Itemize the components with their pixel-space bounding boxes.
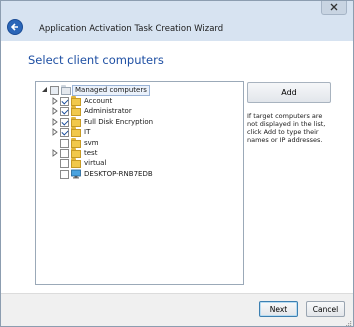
folder-icon — [71, 127, 81, 138]
tree-item[interactable]: Full Disk Encryption — [51, 116, 241, 128]
expand-arrow-icon[interactable] — [51, 107, 59, 116]
tree-item-checkbox[interactable] — [60, 107, 69, 117]
collapse-arrow-icon[interactable] — [41, 86, 49, 94]
tree-item-label[interactable]: Full Disk Encryption — [84, 117, 153, 128]
tree-item[interactable]: Account — [51, 96, 241, 107]
back-button[interactable] — [7, 19, 23, 35]
footer-bar — [1, 293, 353, 326]
folder-icon — [71, 96, 81, 106]
tree-item-checkbox[interactable] — [60, 159, 69, 169]
tree-item[interactable]: svm — [51, 137, 241, 149]
tree-item[interactable]: virtual — [51, 158, 241, 169]
tree-item-label[interactable]: Administrator — [84, 106, 132, 117]
tree-item[interactable]: DESKTOP-RNB7EDB — [51, 169, 241, 180]
tree-item-checkbox[interactable] — [60, 97, 69, 106]
title-bar: Application Activation Task Creation Wiz… — [1, 1, 353, 41]
tree-item-checkbox[interactable] — [60, 128, 69, 138]
tree-item-label[interactable]: svm — [84, 138, 99, 149]
resize-grip-icon[interactable] — [344, 319, 352, 327]
folder-icon — [71, 116, 81, 127]
expand-arrow-icon[interactable] — [51, 128, 59, 137]
wizard-window: Application Activation Task Creation Wiz… — [0, 0, 354, 327]
folder-icon — [71, 158, 81, 169]
tree-item[interactable]: Administrator — [51, 106, 241, 117]
tree-item-label[interactable]: virtual — [84, 158, 106, 169]
tree-root-row[interactable]: Managed computers — [41, 85, 241, 96]
close-button[interactable] — [321, 1, 347, 15]
add-hint-text: If target computers are not displayed in… — [247, 112, 326, 144]
tree-item-checkbox[interactable] — [60, 117, 69, 127]
computer-tree[interactable]: Managed computers Account Administrator Fu… — [35, 81, 244, 285]
expand-arrow-icon[interactable] — [51, 149, 59, 157]
tree-item-checkbox[interactable] — [60, 169, 69, 179]
folder-icon — [71, 148, 81, 158]
folder-icon — [61, 85, 71, 95]
window-title: Application Activation Task Creation Wiz… — [39, 24, 224, 34]
tree-item-label[interactable]: IT — [84, 127, 90, 138]
folder-icon — [71, 106, 81, 117]
tree-item-checkbox[interactable] — [60, 138, 69, 148]
folder-icon — [71, 137, 81, 148]
next-button[interactable]: Next — [259, 301, 298, 317]
back-arrow-icon — [10, 23, 18, 31]
tree-item-label[interactable]: DESKTOP-RNB7EDB — [84, 169, 153, 180]
expand-arrow-icon[interactable] — [51, 117, 59, 126]
tree-item[interactable]: test — [51, 148, 241, 159]
expand-arrow-icon[interactable] — [51, 97, 59, 105]
tree-root-label[interactable]: Managed computers — [72, 85, 150, 96]
page-title: Select client computers — [28, 53, 164, 67]
checkbox-managed-computers[interactable] — [50, 86, 59, 95]
cancel-button[interactable]: Cancel — [306, 301, 345, 317]
add-button[interactable]: Add — [247, 82, 331, 103]
close-icon — [330, 3, 338, 11]
tree-item[interactable]: IT — [51, 127, 241, 138]
tree-item-label[interactable]: test — [84, 148, 97, 159]
tree-item-label[interactable]: Account — [84, 96, 112, 107]
tree-item-checkbox[interactable] — [60, 149, 69, 158]
monitor-icon — [71, 169, 81, 179]
